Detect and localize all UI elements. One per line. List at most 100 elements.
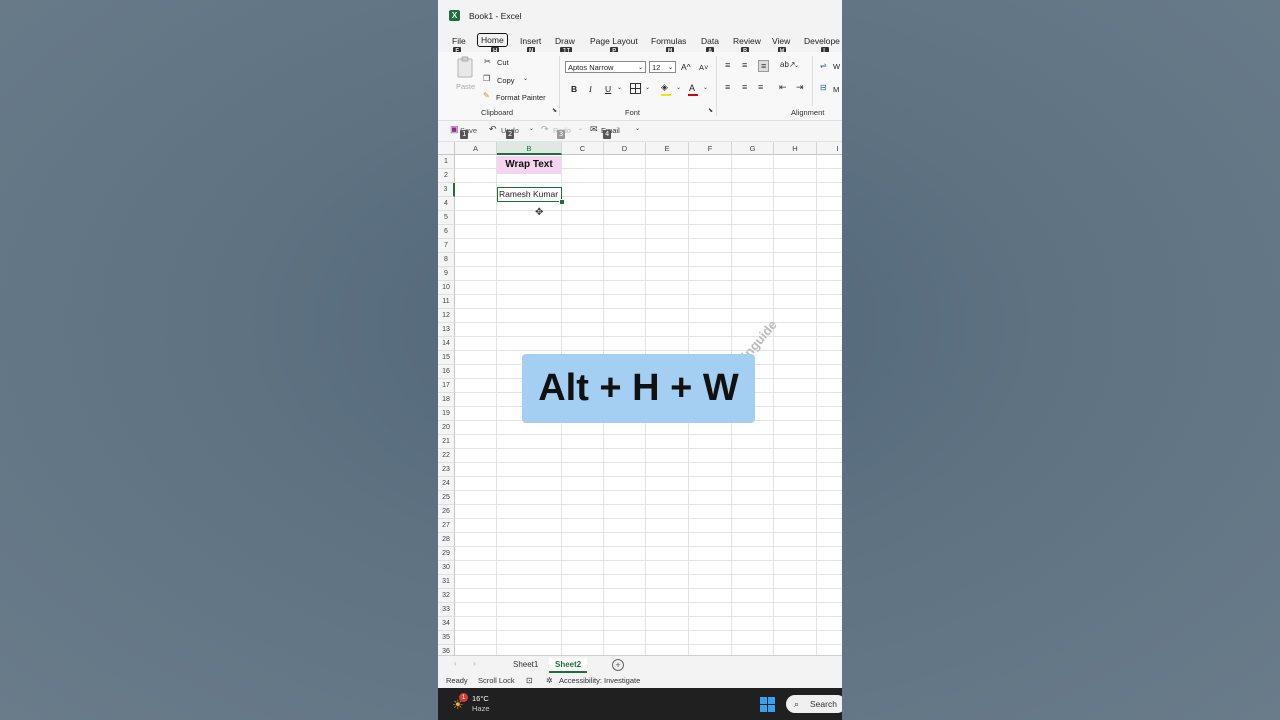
- row-header[interactable]: 35: [438, 631, 455, 645]
- bold-button[interactable]: B: [571, 84, 577, 94]
- row-header[interactable]: 5: [438, 211, 455, 225]
- tab-file[interactable]: File: [452, 36, 466, 46]
- column-header[interactable]: F: [689, 142, 732, 155]
- dialog-launcher-icon[interactable]: ⬊: [708, 107, 713, 114]
- add-sheet-icon[interactable]: +: [612, 659, 624, 671]
- row-header-selected[interactable]: 3: [438, 183, 455, 197]
- merge-icon[interactable]: ⊟: [820, 83, 827, 92]
- tab-draw[interactable]: Draw: [555, 36, 575, 46]
- macro-record-icon[interactable]: ⊡: [526, 676, 533, 685]
- copy-button[interactable]: Copy: [497, 76, 515, 85]
- chevron-down-icon[interactable]: ⌄: [645, 84, 650, 91]
- row-header[interactable]: 22: [438, 449, 455, 463]
- row-header[interactable]: 34: [438, 617, 455, 631]
- align-top-icon[interactable]: ≡: [725, 60, 730, 70]
- select-all-corner[interactable]: [438, 142, 455, 155]
- grow-font-button[interactable]: A^: [681, 62, 691, 72]
- font-size-select[interactable]: 12 ⌄: [649, 61, 676, 73]
- chevron-down-icon[interactable]: ⌄: [676, 84, 681, 91]
- chevron-down-icon[interactable]: ⌄: [578, 125, 583, 132]
- chevron-down-icon[interactable]: ⌄: [794, 62, 799, 69]
- row-header[interactable]: 7: [438, 239, 455, 253]
- row-header[interactable]: 20: [438, 421, 455, 435]
- taskbar-search[interactable]: ⌕ Search: [786, 695, 842, 713]
- scroll-right-icon[interactable]: ›: [473, 659, 476, 668]
- borders-icon[interactable]: [630, 83, 641, 94]
- row-header[interactable]: 15: [438, 351, 455, 365]
- column-header[interactable]: G: [732, 142, 774, 155]
- merge-button[interactable]: M: [833, 85, 839, 94]
- cell-b1[interactable]: Wrap Text: [497, 156, 561, 174]
- row-header[interactable]: 33: [438, 603, 455, 617]
- fill-color-icon[interactable]: ◈: [661, 82, 668, 93]
- row-header[interactable]: 30: [438, 561, 455, 575]
- tab-developer[interactable]: Develope: [804, 36, 840, 46]
- shrink-font-button[interactable]: A˅: [699, 63, 708, 72]
- row-header[interactable]: 27: [438, 519, 455, 533]
- tab-formulas[interactable]: Formulas: [651, 36, 686, 46]
- tab-home[interactable]: Home: [477, 33, 508, 47]
- cut-button[interactable]: Cut: [497, 58, 509, 67]
- row-header[interactable]: 14: [438, 337, 455, 351]
- dialog-launcher-icon[interactable]: ⬊: [552, 107, 557, 114]
- row-header[interactable]: 26: [438, 505, 455, 519]
- decrease-indent-icon[interactable]: ⇤: [779, 82, 787, 93]
- column-header[interactable]: H: [774, 142, 817, 155]
- row-header[interactable]: 11: [438, 295, 455, 309]
- sheet-tab[interactable]: Sheet1: [507, 658, 544, 671]
- row-header[interactable]: 9: [438, 267, 455, 281]
- row-header[interactable]: 31: [438, 575, 455, 589]
- row-header[interactable]: 2: [438, 169, 455, 183]
- column-header-selected[interactable]: B: [497, 142, 562, 155]
- row-header[interactable]: 18: [438, 393, 455, 407]
- row-header[interactable]: 32: [438, 589, 455, 603]
- row-header[interactable]: 4: [438, 197, 455, 211]
- column-header[interactable]: I: [817, 142, 842, 155]
- increase-indent-icon[interactable]: ⇥: [796, 82, 804, 93]
- font-name-select[interactable]: Aptos Narrow ⌄: [565, 61, 646, 73]
- column-header[interactable]: E: [646, 142, 689, 155]
- tab-page-layout[interactable]: Page Layout: [590, 36, 638, 46]
- row-header[interactable]: 12: [438, 309, 455, 323]
- row-header[interactable]: 28: [438, 533, 455, 547]
- windows-start-icon[interactable]: [760, 697, 775, 712]
- row-header[interactable]: 6: [438, 225, 455, 239]
- row-header[interactable]: 16: [438, 365, 455, 379]
- chevron-down-icon[interactable]: ⌄: [617, 84, 622, 91]
- paste-button[interactable]: Paste: [454, 56, 476, 100]
- column-header[interactable]: D: [604, 142, 646, 155]
- row-header[interactable]: 24: [438, 477, 455, 491]
- row-header[interactable]: 19: [438, 407, 455, 421]
- customize-qat-icon[interactable]: ⌄: [635, 125, 640, 132]
- fill-handle[interactable]: [559, 199, 565, 205]
- row-header[interactable]: 23: [438, 463, 455, 477]
- chevron-down-icon[interactable]: ⌄: [529, 125, 534, 132]
- column-header[interactable]: C: [562, 142, 604, 155]
- row-header[interactable]: 21: [438, 435, 455, 449]
- column-header[interactable]: A: [455, 142, 497, 155]
- cell-b3-selected[interactable]: Ramesh Kumar: [497, 187, 562, 202]
- sheet-tab-active[interactable]: Sheet2: [549, 658, 588, 673]
- align-middle-icon[interactable]: ≡: [742, 60, 747, 70]
- row-header[interactable]: 10: [438, 281, 455, 295]
- row-header[interactable]: 17: [438, 379, 455, 393]
- row-header[interactable]: 25: [438, 491, 455, 505]
- format-painter-button[interactable]: Format Painter: [496, 93, 546, 102]
- tab-review[interactable]: Review: [733, 36, 761, 46]
- status-accessibility[interactable]: Accessibility: Investigate: [559, 676, 640, 685]
- chevron-down-icon[interactable]: ⌄: [523, 75, 528, 82]
- align-bottom-icon[interactable]: ≡: [758, 60, 770, 72]
- tab-view[interactable]: View: [772, 36, 790, 46]
- font-color-button[interactable]: A: [689, 83, 695, 93]
- scroll-left-icon[interactable]: ‹: [454, 659, 457, 668]
- align-right-icon[interactable]: ≡: [758, 82, 763, 92]
- row-header[interactable]: 1: [438, 155, 455, 169]
- chevron-down-icon[interactable]: ⌄: [703, 84, 708, 91]
- underline-button[interactable]: U: [605, 84, 611, 94]
- row-header[interactable]: 8: [438, 253, 455, 267]
- italic-button[interactable]: I: [589, 84, 592, 94]
- tab-insert[interactable]: Insert: [520, 36, 541, 46]
- row-header[interactable]: 13: [438, 323, 455, 337]
- align-left-icon[interactable]: ≡: [725, 82, 730, 92]
- align-center-icon[interactable]: ≡: [742, 82, 747, 92]
